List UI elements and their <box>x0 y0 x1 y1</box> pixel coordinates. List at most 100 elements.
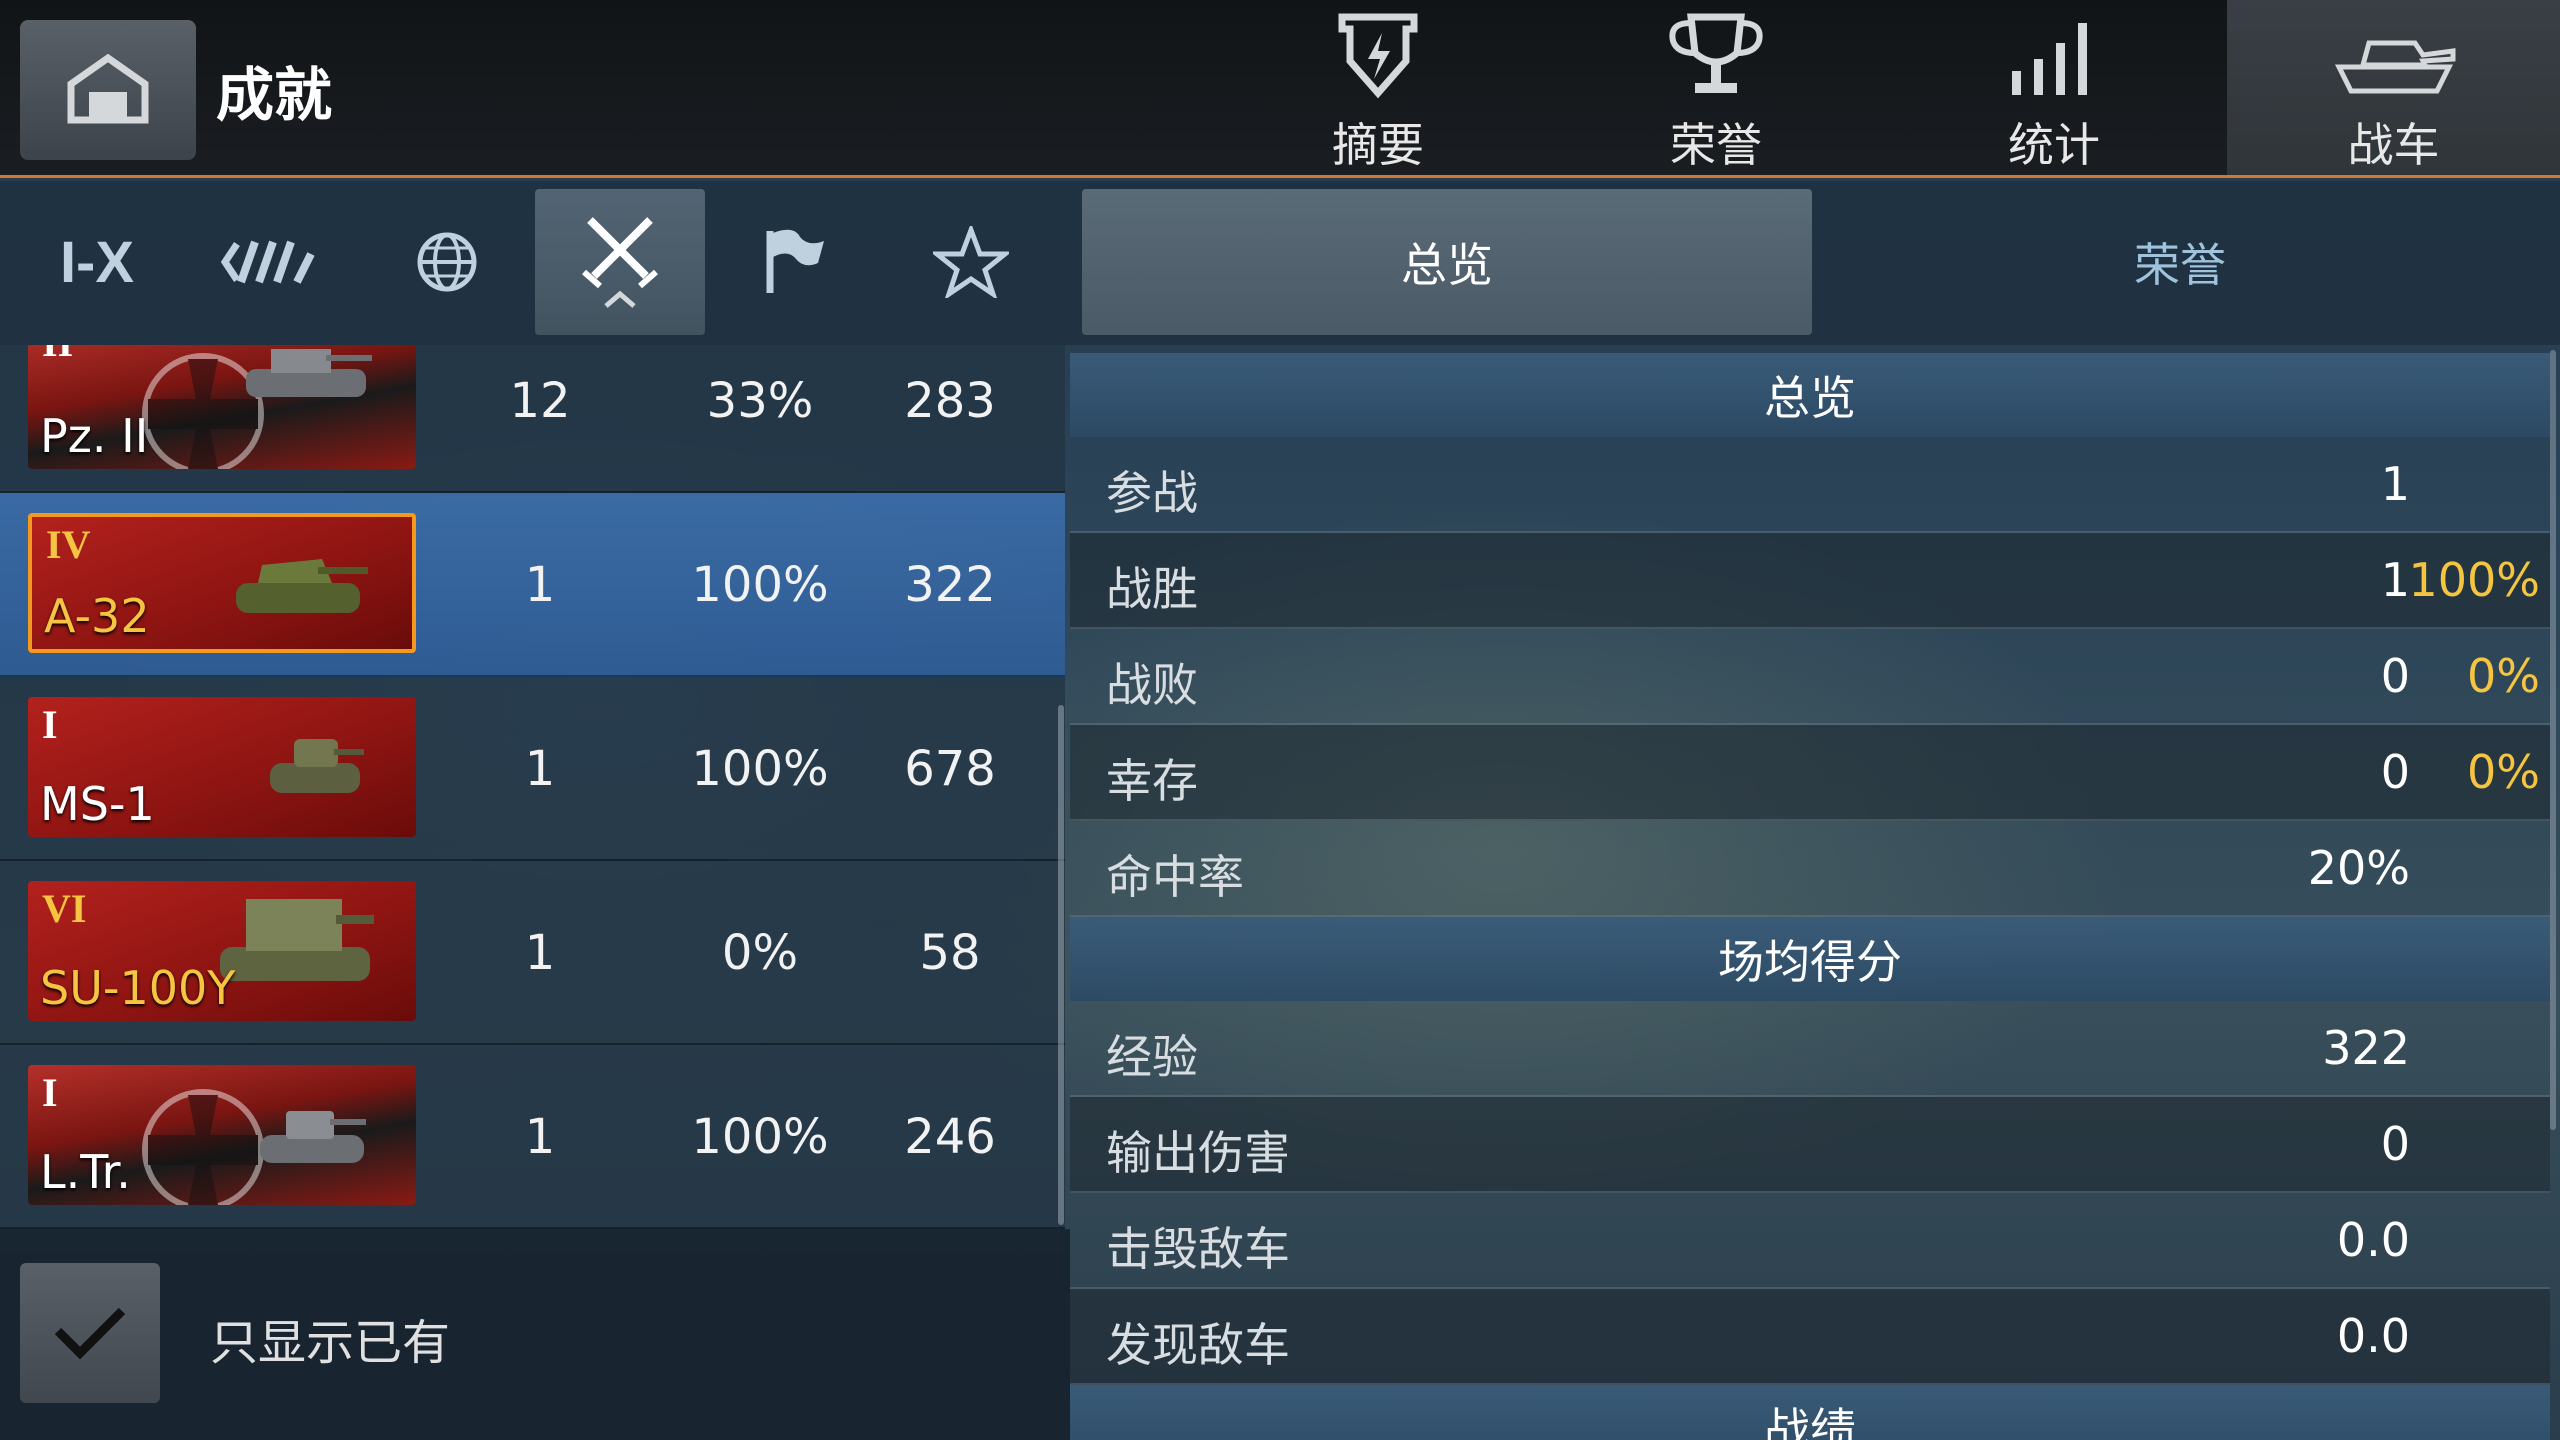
vehicle-row-selected[interactable]: IV A-32 1 100% 322 <box>0 493 1065 677</box>
checkmark-icon <box>54 1307 126 1360</box>
tab-vehicles-label: 战车 <box>2347 118 2440 172</box>
filter-tier[interactable]: I-X <box>12 189 182 335</box>
vehicle-card: VI SU-100Y <box>28 881 416 1021</box>
vehicle-winrate: 33% <box>706 373 814 429</box>
detail-tabs: 总览 荣誉 <box>1070 181 2560 345</box>
vehicle-card: II Pz. II <box>28 345 416 469</box>
stat-label: 幸存 <box>1106 754 1198 808</box>
vehicle-winrate: 100% <box>691 557 829 613</box>
stats-scrollbar[interactable] <box>2550 350 2556 1130</box>
stat-value: 0 <box>2380 649 2410 703</box>
stat-value: 1 <box>2380 457 2410 511</box>
section-header-overview: 总览 <box>1070 353 2550 437</box>
vehicle-row[interactable]: I MS-1 1 100% 678 <box>0 677 1065 861</box>
vehicle-tier: II <box>42 345 73 366</box>
vehicle-winrate: 100% <box>691 741 829 797</box>
vehicle-tier: IV <box>46 522 91 567</box>
vehicle-name: A-32 <box>44 589 150 643</box>
tank-image-icon <box>270 739 364 793</box>
stat-percent: 0% <box>2467 745 2540 799</box>
vehicle-name: L.Tr. <box>40 1145 131 1199</box>
stat-value: 0.0 <box>2336 1309 2410 1363</box>
tab-vehicles[interactable]: 战车 <box>2227 0 2560 175</box>
tab-honors-label: 荣誉 <box>1670 118 1762 172</box>
stat-row-spotted: 发现敌车 0.0 <box>1070 1289 2550 1385</box>
filter-bar: I-X <box>0 181 1070 345</box>
tab-honors[interactable]: 荣誉 <box>1551 0 1881 175</box>
vehicle-score: 58 <box>919 925 981 981</box>
stat-value: 0.0 <box>2336 1213 2410 1267</box>
stat-label: 战胜 <box>1106 562 1198 616</box>
stat-row-kills: 击毁敌车 0.0 <box>1070 1193 2550 1289</box>
tank-icon <box>2334 40 2455 94</box>
owned-only-checkbox[interactable] <box>20 1263 160 1403</box>
tab-summary-label: 摘要 <box>1332 118 1424 172</box>
stat-row-survived: 幸存 0 0% <box>1070 725 2550 821</box>
bar-signal-icon <box>2012 23 2087 95</box>
stat-label: 经验 <box>1106 1030 1198 1084</box>
vehicle-card: I L.Tr. <box>28 1065 416 1205</box>
vehicle-battles: 1 <box>524 925 556 981</box>
filter-nation[interactable] <box>186 189 356 335</box>
vehicle-winrate: 100% <box>691 1109 829 1165</box>
vehicle-list: II Pz. II 12 33% 283 IV A-32 1 100% 322 <box>0 345 1065 1229</box>
filter-battle-mode[interactable] <box>535 189 705 335</box>
stat-value: 20% <box>2307 841 2410 895</box>
star-icon <box>933 226 1009 298</box>
stat-row-hit-ratio: 命中率 20% <box>1070 821 2550 917</box>
stat-label: 输出伤害 <box>1106 1126 1290 1180</box>
vehicle-tier: I <box>42 702 58 747</box>
vehicle-name: SU-100Y <box>40 961 236 1015</box>
vehicle-battles: 1 <box>524 557 556 613</box>
stat-row-battles: 参战 1 <box>1070 437 2550 533</box>
filter-mode[interactable] <box>710 189 880 335</box>
tank-image-icon <box>260 1111 366 1163</box>
filter-favorites[interactable] <box>886 189 1056 335</box>
tank-image-icon <box>246 349 372 397</box>
vehicle-name: Pz. II <box>40 409 149 463</box>
page-title: 成就 <box>216 61 333 129</box>
vehicle-score: 283 <box>904 373 996 429</box>
trophy-icon <box>1669 13 1763 93</box>
vehicle-battles: 1 <box>524 1109 556 1165</box>
stat-row-victories: 战胜 1 100% <box>1070 533 2550 629</box>
vehicle-list-scrollbar[interactable] <box>1058 705 1064 1225</box>
filter-global[interactable] <box>362 189 532 335</box>
vehicle-tier: VI <box>42 886 87 931</box>
stat-label: 发现敌车 <box>1106 1318 1290 1372</box>
vehicle-card: IV A-32 <box>28 513 416 653</box>
stats-panel: 总览 参战 1 战胜 1 100% 战败 0 0% 幸存 0 0% 命中率 20… <box>1070 345 2550 1440</box>
vehicle-battles: 12 <box>509 373 571 429</box>
vehicle-winrate: 0% <box>721 925 799 981</box>
vehicle-row[interactable]: II Pz. II 12 33% 283 <box>0 345 1065 493</box>
stat-label: 战败 <box>1106 658 1198 712</box>
vehicle-card: I MS-1 <box>28 697 416 837</box>
globe-icon <box>417 232 477 292</box>
tab-overview[interactable]: 总览 <box>1082 189 1812 335</box>
stat-row-experience: 经验 322 <box>1070 1001 2550 1097</box>
stat-row-defeats: 战败 0 0% <box>1070 629 2550 725</box>
vehicle-score: 246 <box>904 1109 996 1165</box>
stat-value: 0 <box>2380 1117 2410 1171</box>
stat-label: 参战 <box>1106 466 1198 520</box>
garage-icon <box>67 53 149 124</box>
shield-icon <box>1338 13 1418 99</box>
home-button[interactable] <box>20 20 196 160</box>
stat-label: 命中率 <box>1106 850 1244 904</box>
flag-icon <box>766 229 824 293</box>
tab-honors-detail[interactable]: 荣誉 <box>1815 189 2545 335</box>
vehicle-score: 678 <box>904 741 996 797</box>
tank-image-icon <box>236 559 368 613</box>
vehicle-row[interactable]: VI SU-100Y 1 0% 58 <box>0 861 1065 1045</box>
vehicle-name: MS-1 <box>40 777 155 831</box>
owned-filter-bar: 只显示已有 <box>0 1229 1070 1440</box>
tab-summary[interactable]: 摘要 <box>1213 0 1543 175</box>
section-header-average: 场均得分 <box>1070 917 2550 1001</box>
crossed-swords-icon <box>582 217 658 308</box>
filter-tier-label: I-X <box>59 229 135 295</box>
tab-statistics[interactable]: 统计 <box>1889 0 2219 175</box>
stat-percent: 100% <box>2408 553 2540 607</box>
stat-value: 1 <box>2380 553 2410 607</box>
vehicle-row[interactable]: I L.Tr. 1 100% 246 <box>0 1045 1065 1229</box>
stat-label: 击毁敌车 <box>1106 1222 1290 1276</box>
